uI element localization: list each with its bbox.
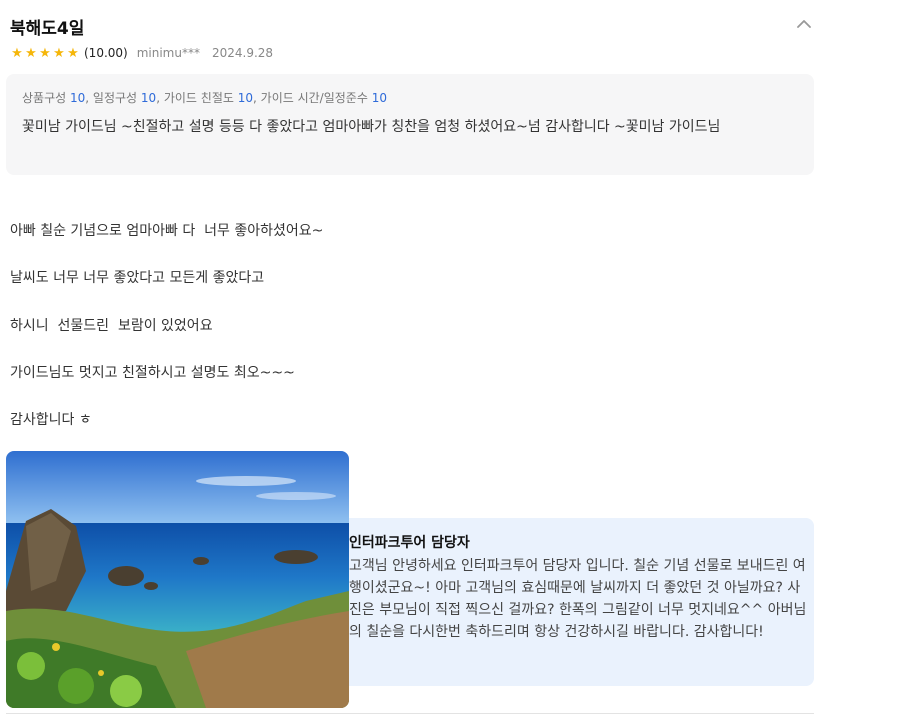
operator-reply: 인터파크투어 담당자 고객님 안녕하세요 인터파크투어 담당자 입니다. 칠순 … xyxy=(349,518,814,686)
review-title: 북해도4일 xyxy=(10,19,85,39)
divider xyxy=(6,713,814,714)
star-icon: ★ xyxy=(67,45,79,61)
star-icon: ★ xyxy=(53,45,65,61)
review-body-line: 하시니 선물드린 보람이 있었어요 xyxy=(10,318,213,334)
summary-comment: 꽃미남 가이드님 ~친절하고 설명 등등 다 좋았다고 엄마아빠가 칭찬을 엄청… xyxy=(22,119,721,135)
reply-text: 고객님 안녕하세요 인터파크투어 담당자 입니다. 칠순 기념 선물로 보내드린… xyxy=(349,558,807,640)
star-icon: ★ xyxy=(11,45,23,61)
rating-value: 10 xyxy=(371,91,387,105)
rating-summary-box: 상품구성 10, 일정구성 10, 가이드 친절도 10, 가이드 시간/일정준… xyxy=(6,74,814,175)
review-meta: ★ ★ ★ ★ ★ (10.00) minimu*** 2024.9.28 xyxy=(10,45,273,61)
review-body-line: 아빠 칠순 기념으로 엄마아빠 다 너무 좋아하셨어요~ xyxy=(10,223,324,239)
rating-value: 10 xyxy=(140,91,157,105)
review-body-line: 감사합니다 ㅎ xyxy=(10,412,92,428)
rating-label: 상품구성 xyxy=(22,91,67,105)
rating-label: 가이드 친절도 xyxy=(163,91,234,105)
review-body-line: 가이드님도 멋지고 친절하시고 설명도 최오~~~ xyxy=(10,365,295,381)
rating-label: 일정구성 xyxy=(92,91,138,105)
rating-separator: , xyxy=(156,91,164,105)
star-rating: ★ ★ ★ ★ ★ xyxy=(10,47,80,60)
rating-separator: , xyxy=(85,91,93,105)
reviewer-name: minimu*** xyxy=(136,46,200,60)
rating-score: (10.00) xyxy=(84,46,128,60)
star-icon: ★ xyxy=(39,45,51,61)
review-body-line: 날씨도 너무 너무 좋았다고 모든게 좋았다고 xyxy=(10,270,265,286)
rating-breakdown: 상품구성 10, 일정구성 10, 가이드 친절도 10, 가이드 시간/일정준… xyxy=(22,90,798,106)
review-photo[interactable] xyxy=(6,451,349,708)
rating-value: 10 xyxy=(237,91,254,105)
rating-value: 10 xyxy=(70,91,86,105)
collapse-button[interactable] xyxy=(793,14,815,32)
chevron-up-icon xyxy=(797,19,811,28)
star-icon: ★ xyxy=(25,45,37,61)
rating-label: 가이드 시간/일정준수 xyxy=(260,91,368,105)
review-date: 2024.9.28 xyxy=(211,46,274,60)
reply-author: 인터파크투어 담당자 xyxy=(349,535,470,551)
rating-separator: , xyxy=(253,91,261,105)
seascape-image xyxy=(6,451,349,708)
